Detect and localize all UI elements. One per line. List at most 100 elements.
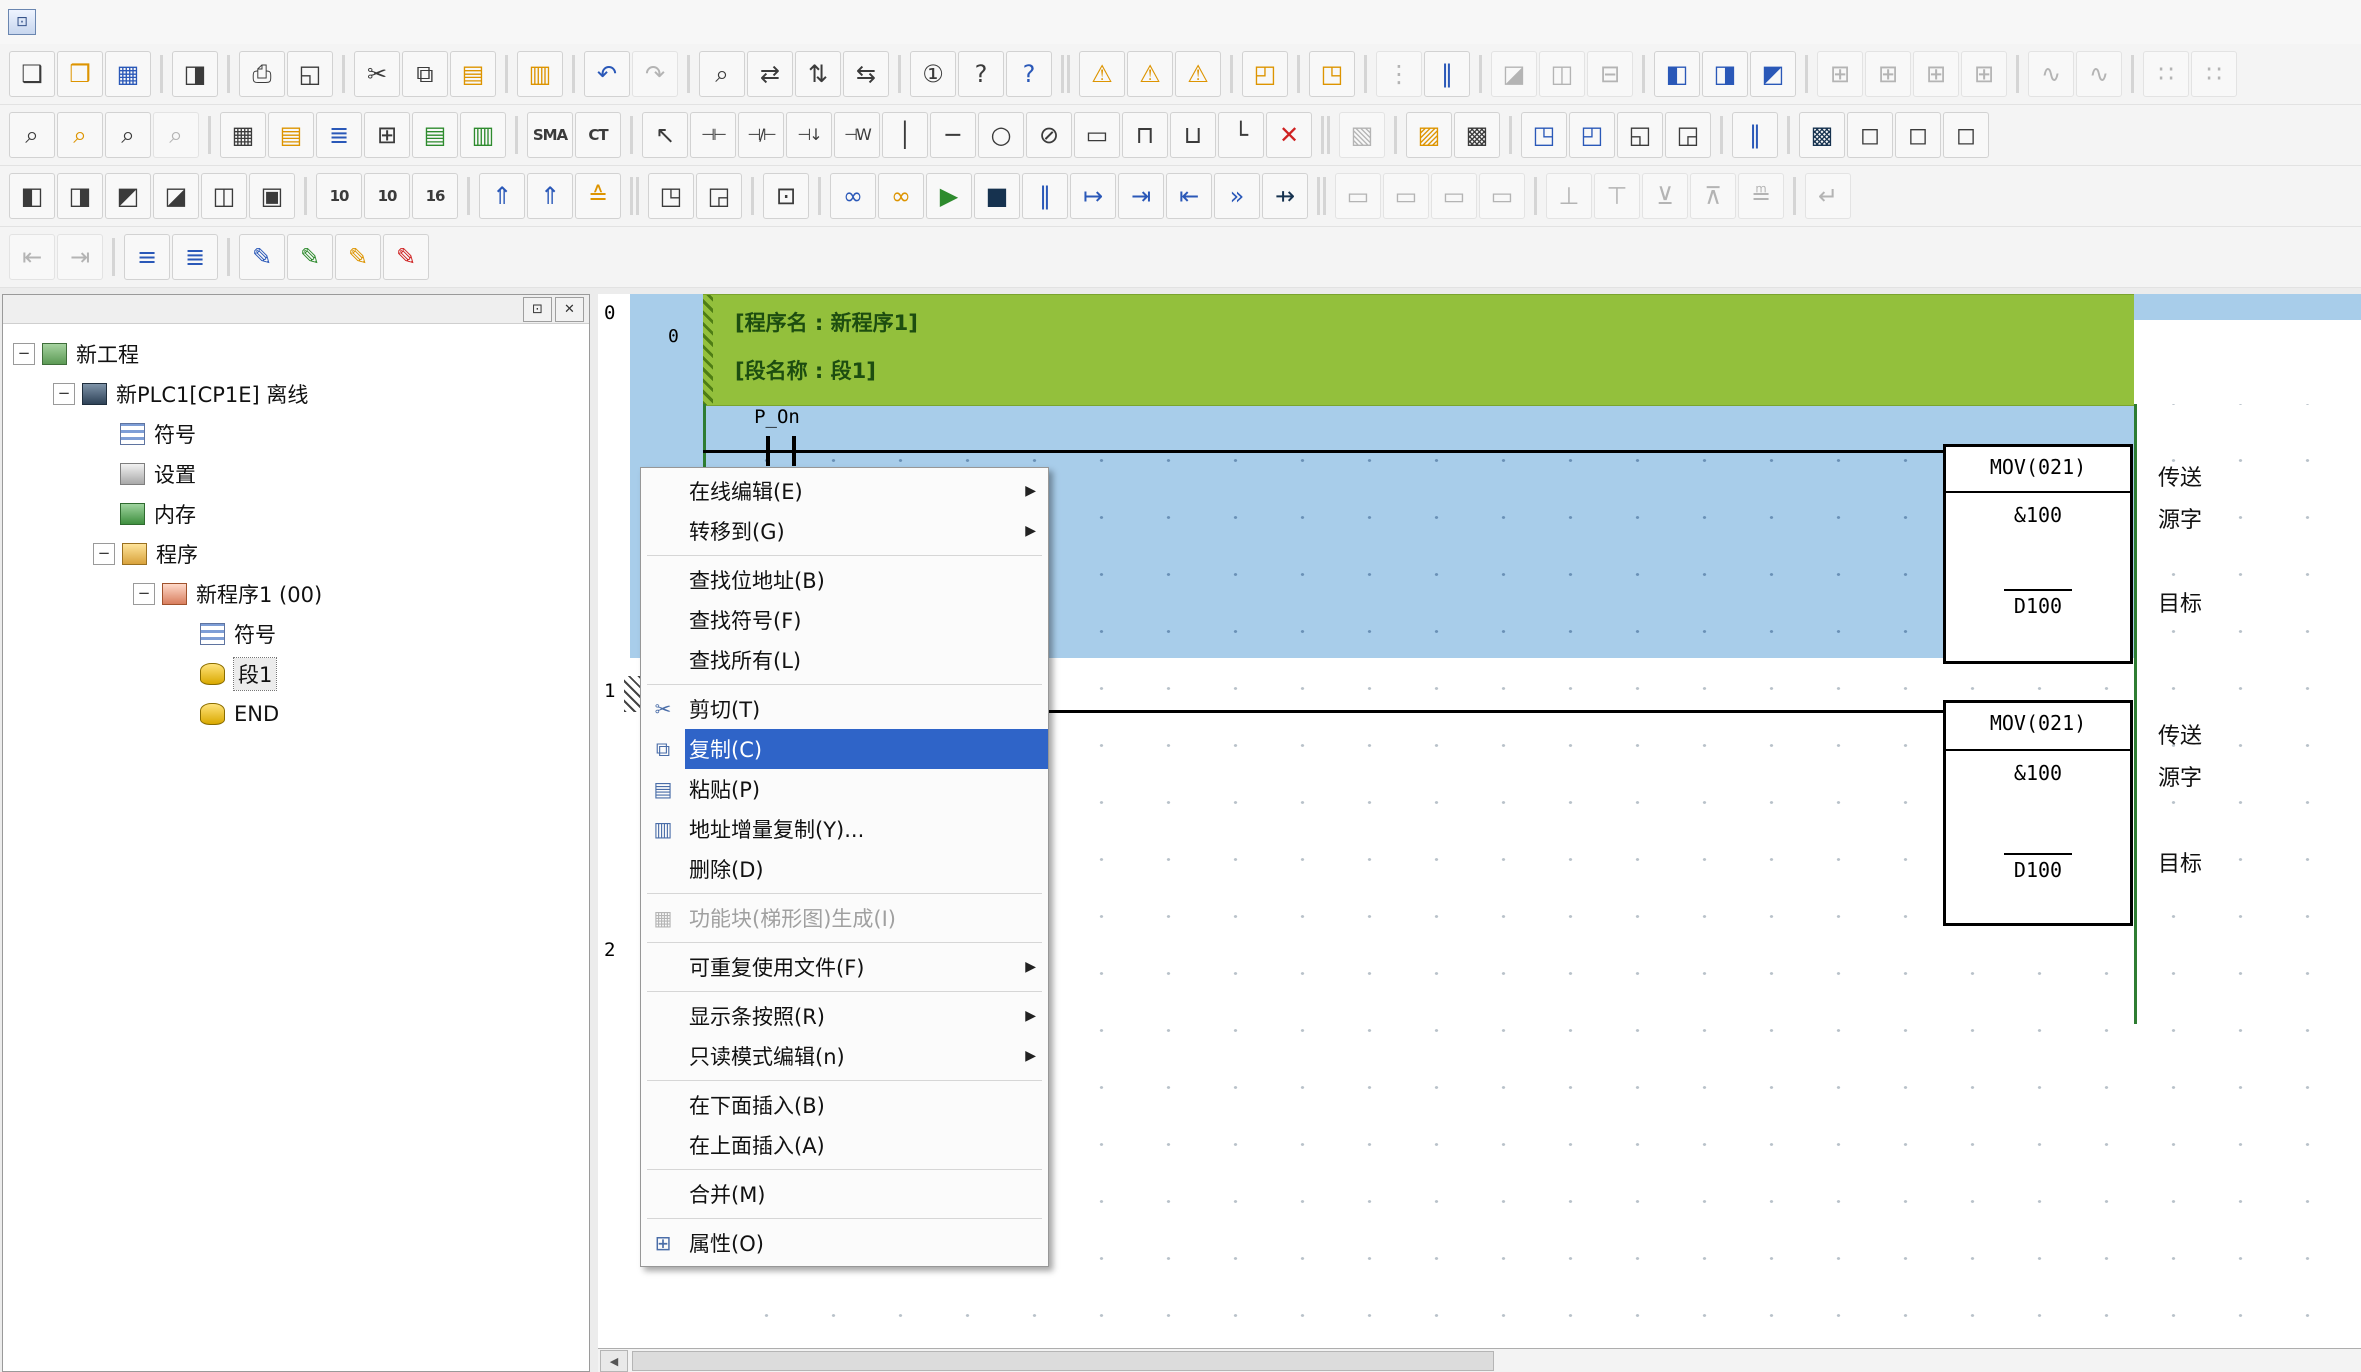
carriage-return-icon[interactable]: ↵ (1805, 173, 1851, 219)
edit-mark-2-icon[interactable]: ✎ (287, 234, 333, 280)
print-preview-icon[interactable]: ◱ (287, 51, 333, 97)
cross-reference-icon[interactable]: ⊞ (364, 112, 410, 158)
cm-insert-above[interactable]: 在上面插入(A) (641, 1125, 1048, 1165)
select-mode-icon[interactable]: ↖ (642, 112, 688, 158)
watch-bars-icon[interactable]: ‖ (1732, 112, 1778, 158)
cm-cut[interactable]: ✂ 剪切(T) (641, 689, 1048, 729)
scan-run-icon[interactable]: ⇸ (1262, 173, 1308, 219)
horizontal-wire-icon[interactable]: ─ (930, 112, 976, 158)
local-symbols-icon[interactable]: ▤ (412, 112, 458, 158)
cm-merge[interactable]: 合并(M) (641, 1174, 1048, 1214)
edit-window-2-icon[interactable]: ◰ (1569, 112, 1615, 158)
display-decimal-icon[interactable]: 10 (316, 173, 362, 219)
monitor-mode-icon[interactable]: ◨ (1702, 51, 1748, 97)
cm-show-bar-by[interactable]: 显示条按照(R) ▶ (641, 996, 1048, 1036)
cm-paste[interactable]: ▤ 粘贴(P) (641, 769, 1048, 809)
cm-online-edit[interactable]: 在线编辑(E) ▶ (641, 471, 1048, 511)
falling-pulse-icon[interactable]: ⊔ (1170, 112, 1216, 158)
cm-find-symbol[interactable]: 查找符号(F) (641, 600, 1048, 640)
tree-expander-icon[interactable] (93, 504, 113, 524)
new-file-icon[interactable]: ❑ (9, 51, 55, 97)
upload-from-plc-icon[interactable]: ◫ (1539, 51, 1585, 97)
display-hex-icon[interactable]: 16 (412, 173, 458, 219)
rung-wrap-icon[interactable]: ≣ (172, 234, 218, 280)
force-on-icon[interactable]: ⊥ (1546, 173, 1592, 219)
context-help-icon[interactable]: ? (1006, 51, 1052, 97)
view-window-5-icon[interactable]: ◫ (201, 173, 247, 219)
undo-icon[interactable]: ↶ (584, 51, 630, 97)
rising-pulse-icon[interactable]: ⊓ (1122, 112, 1168, 158)
network-4-icon[interactable]: ▭ (1479, 173, 1525, 219)
menu-help[interactable] (314, 0, 344, 44)
monitor-window-1-icon[interactable]: ⊞ (1817, 51, 1863, 97)
scroll-left-button[interactable]: ◀ (600, 1350, 628, 1372)
online-edit-compile-icon[interactable]: ⚠ (1175, 51, 1221, 97)
sim-run-icon[interactable]: ▶ (926, 173, 972, 219)
tree-expander-icon[interactable] (173, 624, 193, 644)
paste-extended-icon[interactable]: ▥ (517, 51, 563, 97)
paste-icon[interactable]: ▤ (450, 51, 496, 97)
view-window-2-icon[interactable]: ◨ (57, 173, 103, 219)
scrollbar-thumb[interactable] (632, 1351, 1494, 1371)
edit-mark-3-icon[interactable]: ✎ (335, 234, 381, 280)
find-icon[interactable]: ⌕ (699, 51, 745, 97)
help-icon[interactable]: ? (958, 51, 1004, 97)
menu-insert[interactable] (134, 0, 164, 44)
menu-program[interactable] (194, 0, 224, 44)
cm-go-to[interactable]: 转移到(G) ▶ (641, 511, 1048, 551)
cm-copy[interactable]: ⧉ 复制(C) (641, 729, 1048, 769)
run-mode-icon[interactable]: ◧ (1654, 51, 1700, 97)
cm-find-all[interactable]: 查找所有(L) (641, 640, 1048, 680)
transfer-to-plc-icon[interactable]: ⇑ (479, 173, 525, 219)
program-mode-icon[interactable]: ◩ (1750, 51, 1796, 97)
window-c-icon[interactable]: ◻ (1943, 112, 1989, 158)
monitor-window-3-icon[interactable]: ⊞ (1913, 51, 1959, 97)
cm-readonly-edit[interactable]: 只读模式编辑(n) ▶ (641, 1036, 1048, 1076)
compile-all-icon[interactable]: ⚠ (1127, 51, 1173, 97)
tree-memory[interactable]: 内存 (3, 494, 589, 534)
new-contact-down-icon[interactable]: ⊣↓ (786, 112, 832, 158)
mov-instruction-block-1[interactable]: MOV(021) &100 D100 (1943, 444, 2133, 664)
menu-plc[interactable] (164, 0, 194, 44)
cm-find-bit-address[interactable]: 查找位地址(B) (641, 560, 1048, 600)
tree-expander-icon[interactable] (93, 464, 113, 484)
edit-mark-1-icon[interactable]: ✎ (239, 234, 285, 280)
sfc-editor-icon[interactable]: ▩ (1454, 112, 1500, 158)
verify-icon[interactable]: ≙ (575, 173, 621, 219)
time-chart-2-icon[interactable]: ∿ (2076, 51, 2122, 97)
tree-settings[interactable]: 设置 (3, 454, 589, 494)
mov-instruction-block-2[interactable]: MOV(021) &100 D100 (1943, 700, 2133, 926)
block-program-icon[interactable]: ▧ (1339, 112, 1385, 158)
new-or-contact-icon[interactable]: ⊣W (834, 112, 880, 158)
tree-program1[interactable]: − 新程序1 (00) (3, 574, 589, 614)
menu-edit[interactable] (74, 0, 104, 44)
work-online-simulator-icon[interactable]: ◳ (1309, 51, 1355, 97)
force-off-icon[interactable]: ⊤ (1594, 173, 1640, 219)
edit-window-4-icon[interactable]: ◲ (1665, 112, 1711, 158)
zoom-fit-icon[interactable]: ⌕ (153, 112, 199, 158)
time-chart-1-icon[interactable]: ∿ (2028, 51, 2074, 97)
zoom-in-icon[interactable]: ⌕ (9, 112, 55, 158)
address-change-icon[interactable]: ⇆ (843, 51, 889, 97)
window-a-icon[interactable]: ◻ (1847, 112, 1893, 158)
monitor-window-2-icon[interactable]: ⊞ (1865, 51, 1911, 97)
network-3-icon[interactable]: ▭ (1431, 173, 1477, 219)
sim-stop-icon[interactable]: ■ (974, 173, 1020, 219)
section-list-icon[interactable]: ▥ (460, 112, 506, 158)
panel-dock-button[interactable]: ⊡ (523, 297, 552, 322)
run-to-cursor-icon[interactable]: » (1214, 173, 1260, 219)
show-rung-comments-icon[interactable]: CT (575, 112, 621, 158)
tree-plc1[interactable]: − 新PLC1[CP1E] 离线 (3, 374, 589, 414)
edit-window-3-icon[interactable]: ◱ (1617, 112, 1663, 158)
menu-window[interactable] (284, 0, 314, 44)
tree-expander-icon[interactable]: − (53, 383, 75, 405)
new-closed-contact-icon[interactable]: ⊣/⊢ (738, 112, 784, 158)
tree-expander-icon[interactable]: − (93, 543, 115, 565)
transfer-program-icon[interactable]: ⇑ (527, 173, 573, 219)
force-cancel-icon[interactable]: ⊻ (1642, 173, 1688, 219)
monitoring-pause-icon[interactable]: ∞ (878, 173, 924, 219)
tree-expander-icon[interactable] (173, 664, 193, 684)
edit-mark-4-icon[interactable]: ✎ (383, 234, 429, 280)
tree-expander-icon[interactable]: − (133, 583, 155, 605)
view-window-4-icon[interactable]: ◪ (153, 173, 199, 219)
